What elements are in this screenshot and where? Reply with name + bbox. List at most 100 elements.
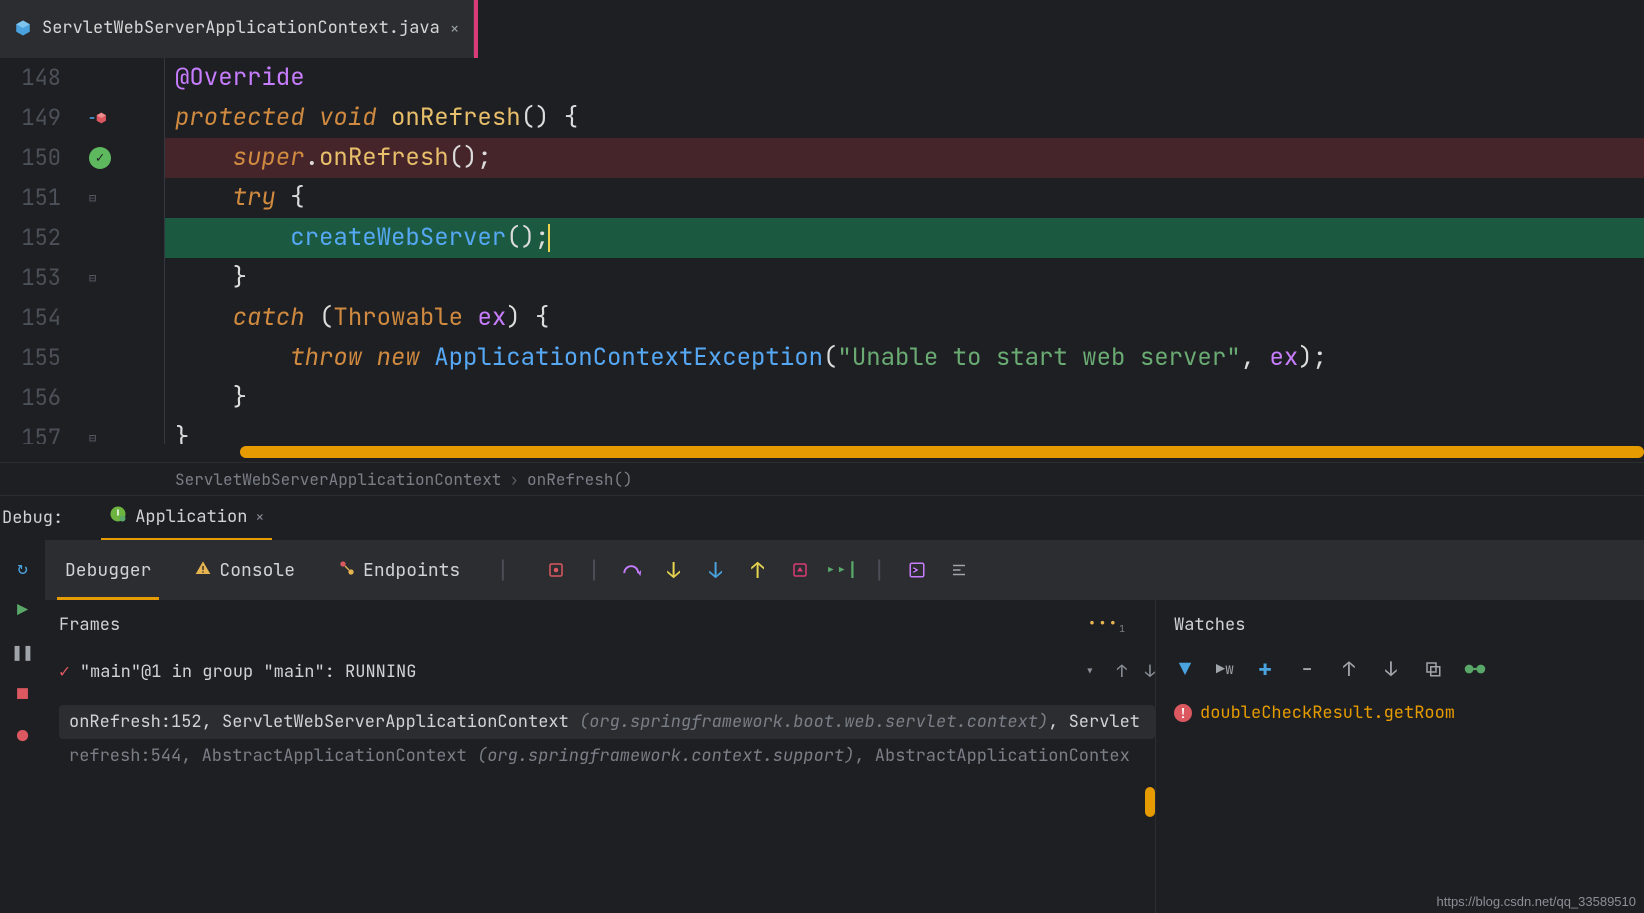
- stack-frame[interactable]: refresh:544, AbstractApplicationContext …: [59, 739, 1155, 773]
- frame-package: (org.springframework.context.support): [477, 745, 854, 767]
- current-line-highlight: createWebServer();: [165, 218, 1644, 258]
- executed-line-highlight: super.onRefresh();: [165, 138, 1644, 178]
- code-token: ex: [477, 298, 506, 338]
- frames-panel: Frames •••1 ✓ "main"@1 in group "main": …: [45, 600, 1155, 913]
- step-over-button[interactable]: [621, 559, 643, 581]
- frames-scrollbar[interactable]: [1145, 787, 1155, 817]
- code-line[interactable]: 156 }: [0, 378, 1644, 418]
- code-line[interactable]: 148 @Override: [0, 58, 1644, 98]
- method-override-icon[interactable]: [89, 110, 109, 126]
- debug-panel: Debug: Application × ↻ ▶ ❚❚ ■ ● Debugger: [0, 495, 1644, 913]
- prev-frame-button[interactable]: ↑: [1117, 661, 1127, 683]
- code-line[interactable]: 155 throw new ApplicationContextExceptio…: [0, 338, 1644, 378]
- remove-watch-button[interactable]: −: [1296, 658, 1318, 680]
- debug-header: Debug: Application ×: [0, 496, 1644, 540]
- new-watch-play-icon[interactable]: ▶w: [1216, 659, 1234, 679]
- watches-title: Watches: [1174, 614, 1245, 636]
- thread-selector[interactable]: ✓ "main"@1 in group "main": RUNNING ▾ ↑ …: [59, 660, 1155, 683]
- glasses-icon[interactable]: [1464, 658, 1486, 680]
- debug-label: Debug:: [2, 507, 89, 529]
- code-token: try: [233, 178, 276, 218]
- move-down-button[interactable]: ↓: [1380, 658, 1402, 680]
- close-icon[interactable]: ×: [450, 18, 460, 39]
- breakpoint-view-button[interactable]: ●: [9, 722, 37, 750]
- horizontal-scrollbar[interactable]: [240, 446, 1644, 458]
- thread-status: "main"@1 in group "main": RUNNING: [80, 661, 417, 683]
- line-number: 156: [0, 378, 85, 418]
- tab-console[interactable]: Console: [187, 541, 303, 600]
- show-execution-point-button[interactable]: [545, 559, 567, 581]
- run-to-cursor-button[interactable]: ▸▸|: [831, 559, 853, 581]
- add-watch-button[interactable]: +: [1254, 658, 1276, 680]
- tab-endpoints[interactable]: Endpoints: [331, 541, 468, 600]
- resume-button[interactable]: ▶: [9, 596, 37, 624]
- next-frame-button[interactable]: ↓: [1145, 661, 1155, 683]
- gutter: [85, 58, 165, 98]
- frame-package: (org.springframework.boot.web.servlet.co…: [579, 711, 1048, 733]
- chevron-down-icon[interactable]: ▾: [1085, 661, 1095, 683]
- run-configuration-tab[interactable]: Application ×: [101, 495, 272, 541]
- evaluate-expression-button[interactable]: [906, 559, 928, 581]
- editor-tab-bar: ServletWebServerApplicationContext.java …: [0, 0, 1644, 58]
- code-token: createWebServer: [290, 218, 506, 258]
- fold-marker-icon[interactable]: ⊟: [89, 258, 96, 298]
- code-token: ();: [449, 138, 492, 178]
- stop-button[interactable]: ■: [9, 680, 37, 708]
- warning-icon: [195, 559, 211, 582]
- code-line[interactable]: 153 ⊟ }: [0, 258, 1644, 298]
- code-token: void: [319, 98, 377, 138]
- breadcrumb-class[interactable]: ServletWebServerApplicationContext: [175, 469, 501, 490]
- watermark-url: https://blog.csdn.net/qq_33589510: [1437, 894, 1637, 909]
- breakpoint-pass-icon[interactable]: ✓: [89, 147, 111, 169]
- fold-marker-icon[interactable]: ⊟: [89, 418, 96, 444]
- code-token: ,: [1241, 338, 1270, 378]
- watches-toolbar: ▼ ▶w + − ↑ ↓: [1174, 658, 1634, 680]
- frames-title: Frames: [59, 614, 120, 636]
- code-token: @Override: [175, 58, 305, 98]
- pause-button[interactable]: ❚❚: [9, 638, 37, 666]
- code-line[interactable]: 151 ⊟ try {: [0, 178, 1644, 218]
- rerun-button[interactable]: ↻: [9, 554, 37, 582]
- watch-entry-error[interactable]: ! doubleCheckResult.getRoom: [1174, 702, 1634, 724]
- toolbar-separator: |: [587, 556, 600, 585]
- file-tab[interactable]: ServletWebServerApplicationContext.java …: [0, 0, 474, 58]
- fold-marker-icon[interactable]: ⊟: [89, 178, 96, 218]
- code-line[interactable]: 149 protected void onRefresh() {: [0, 98, 1644, 138]
- code-line[interactable]: 152 createWebServer();: [0, 218, 1644, 258]
- code-line[interactable]: 150 ✓ super.onRefresh();: [0, 138, 1644, 178]
- move-up-button[interactable]: ↑: [1338, 658, 1360, 680]
- step-toolbar: | ↓ ↓ ↑ ▸▸| |: [545, 556, 969, 585]
- step-into-button[interactable]: ↓: [663, 559, 685, 581]
- code-editor[interactable]: 148 @Override 149 protected void onRefre…: [0, 58, 1644, 495]
- breadcrumb-method[interactable]: onRefresh(): [527, 469, 633, 490]
- code-line[interactable]: 154 catch (Throwable ex) {: [0, 298, 1644, 338]
- frame-tail: , AbstractApplicationContex: [854, 745, 1129, 767]
- more-icon[interactable]: •••1: [1088, 615, 1125, 635]
- line-number: 150: [0, 138, 85, 178]
- code-line[interactable]: 157 ⊟ }: [0, 418, 1644, 444]
- stack-frame[interactable]: onRefresh:152, ServletWebServerApplicati…: [59, 705, 1155, 739]
- gutter: [85, 298, 165, 338]
- filter-icon[interactable]: ▼: [1174, 658, 1196, 680]
- tab-debugger[interactable]: Debugger: [57, 541, 159, 600]
- step-out-button[interactable]: ↑: [747, 559, 769, 581]
- code-token: ) {: [506, 298, 549, 338]
- code-token: (: [823, 338, 837, 378]
- duplicate-watch-button[interactable]: [1422, 658, 1444, 680]
- debug-main: Debugger Console Endpoints | | ↓ ↓: [45, 540, 1644, 913]
- line-number: 155: [0, 338, 85, 378]
- code-token: super: [233, 138, 305, 178]
- tab-label: Endpoints: [363, 559, 460, 582]
- code-token: new: [362, 338, 420, 378]
- trace-button[interactable]: [948, 559, 970, 581]
- close-icon[interactable]: ×: [255, 507, 264, 527]
- breadcrumbs[interactable]: ServletWebServerApplicationContext › onR…: [0, 462, 1644, 495]
- drop-frame-button[interactable]: [789, 559, 811, 581]
- line-number: 157: [0, 418, 85, 444]
- endpoints-icon: [339, 559, 355, 582]
- line-number: 152: [0, 218, 85, 258]
- code-token: }: [175, 418, 189, 444]
- force-step-into-button[interactable]: ↓: [705, 559, 727, 581]
- gutter: ✓: [85, 138, 165, 178]
- line-number: 148: [0, 58, 85, 98]
